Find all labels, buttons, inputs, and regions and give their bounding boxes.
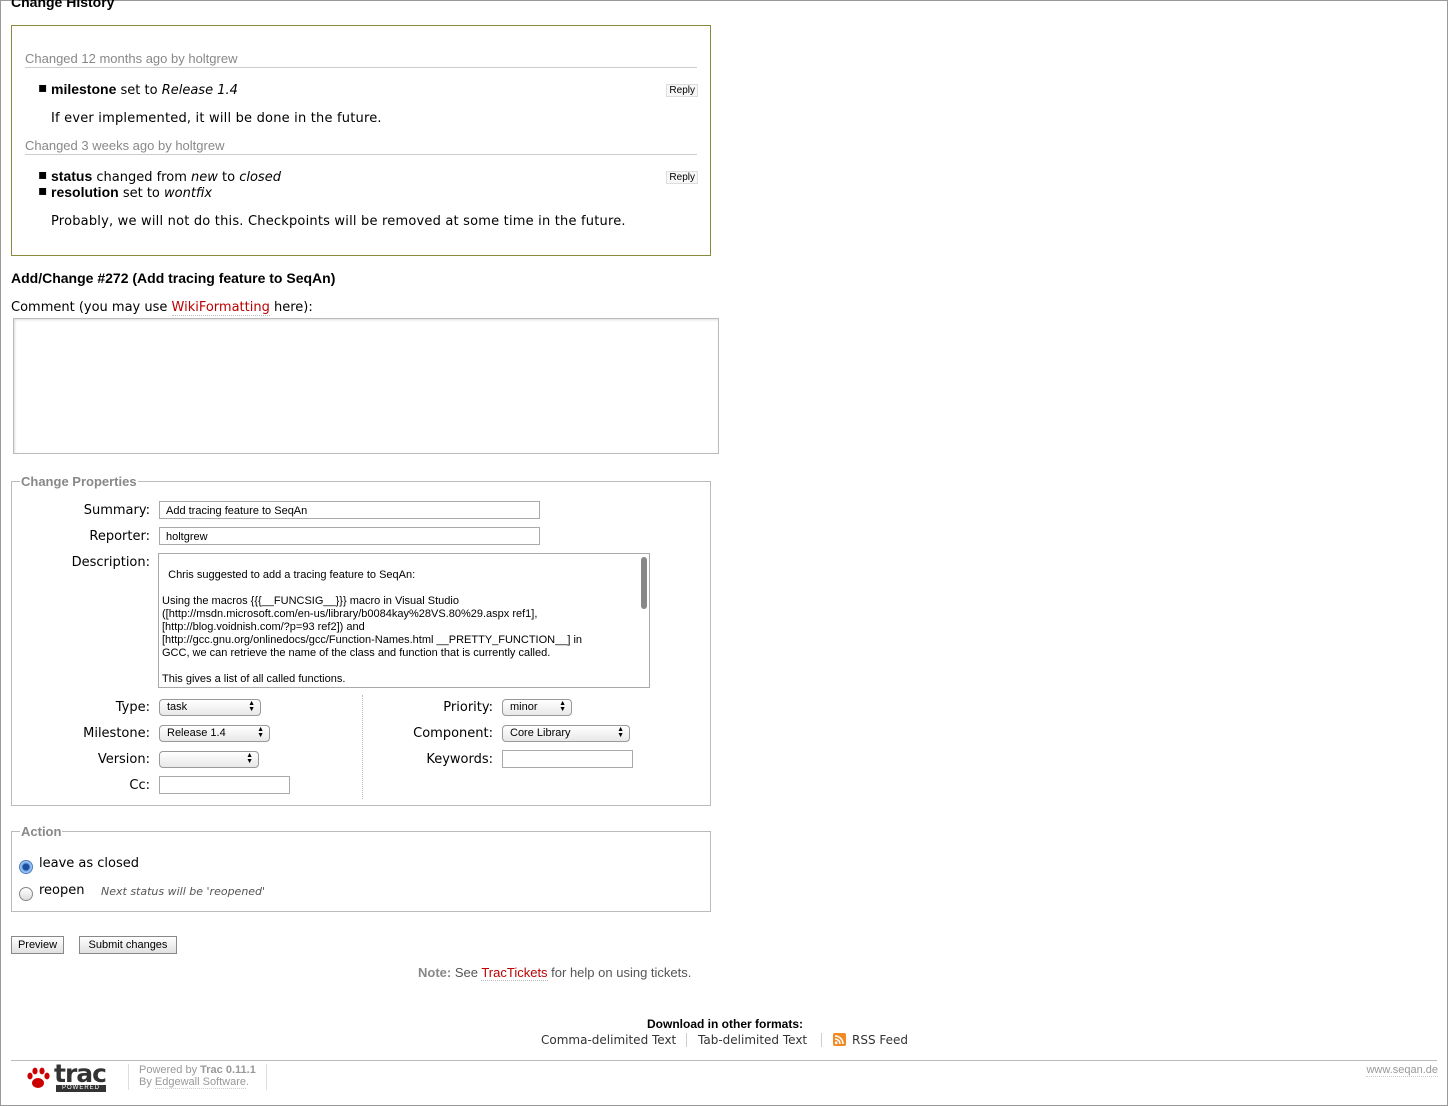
priority-label: Priority: xyxy=(443,700,493,715)
trac-version-link[interactable]: Trac 0.11.1 xyxy=(200,1064,256,1076)
keywords-input[interactable] xyxy=(502,750,633,768)
change-property: milestone set to Release 1.4 xyxy=(38,80,238,98)
reporter-input[interactable]: holtgrew xyxy=(159,527,540,545)
cc-input[interactable] xyxy=(159,776,290,794)
change-properties-legend: Change Properties xyxy=(20,474,138,489)
reopen-hint: Next status will be 'reopened' xyxy=(101,885,266,898)
rss-feed-link[interactable]: RSS Feed xyxy=(852,1033,908,1047)
submit-changes-button[interactable]: Submit changes xyxy=(79,936,177,954)
trac-logo[interactable]: trac POWERED xyxy=(25,1059,107,1094)
select-arrows-icon: ▲ ▼ xyxy=(246,752,253,765)
change-header: Changed 12 months ago by holtgrew xyxy=(25,51,697,68)
reopen-label[interactable]: reopen xyxy=(39,883,85,898)
comment-label: Comment (you may use WikiFormatting here… xyxy=(11,300,313,316)
comment-textarea[interactable] xyxy=(13,318,719,454)
change-property: resolution set to wontfix xyxy=(38,183,212,201)
action-legend: Action xyxy=(20,824,63,839)
tsv-link[interactable]: Tab-delimited Text xyxy=(698,1033,807,1047)
description-text: Chris suggested to add a tracing feature… xyxy=(162,569,589,687)
select-arrows-icon: ▲ ▼ xyxy=(617,726,624,739)
rss-icon xyxy=(833,1033,846,1046)
description-textarea[interactable]: Chris suggested to add a tracing feature… xyxy=(158,553,650,688)
component-select[interactable]: Core Library ▲ ▼ xyxy=(502,725,630,742)
help-note: Note: See TracTickets for help on using … xyxy=(418,965,692,981)
add-change-title: Add/Change #272 (Add tracing feature to … xyxy=(11,270,336,286)
preview-button[interactable]: Preview xyxy=(11,936,64,954)
change-comment: If ever implemented, it will be done in … xyxy=(51,111,382,126)
change-header: Changed 3 weeks ago by holtgrew xyxy=(25,138,697,155)
history-title: Change History xyxy=(11,0,115,10)
leave-closed-label[interactable]: leave as closed xyxy=(39,856,139,871)
summary-label: Summary: xyxy=(83,503,150,518)
powered-by: Powered by Trac 0.11.1 By Edgewall Softw… xyxy=(128,1064,267,1090)
type-label: Type: xyxy=(115,700,150,715)
change-property: status changed from new to closed xyxy=(38,167,281,185)
csv-link[interactable]: Comma-delimited Text xyxy=(541,1033,676,1047)
summary-input[interactable]: Add tracing feature to SeqAn xyxy=(159,501,540,519)
cc-label: Cc: xyxy=(129,778,150,793)
change-comment: Probably, we will not do this. Checkpoin… xyxy=(51,214,626,229)
reply-button[interactable]: Reply xyxy=(666,171,698,184)
footer-divider xyxy=(11,1060,1437,1061)
seqan-site-link[interactable]: www.seqan.de xyxy=(1366,1064,1438,1077)
format-separator xyxy=(686,1033,687,1047)
download-label: Download in other formats: xyxy=(647,1017,803,1031)
trac-logo-text: trac xyxy=(54,1059,107,1088)
edgewall-link[interactable]: Edgewall Software xyxy=(154,1076,247,1089)
action-fieldset: Action xyxy=(11,824,711,912)
version-label: Version: xyxy=(97,752,150,767)
description-label: Description: xyxy=(71,555,150,570)
version-select[interactable]: ▲ ▼ xyxy=(159,751,259,768)
select-arrows-icon: ▲ ▼ xyxy=(559,700,566,713)
keywords-label: Keywords: xyxy=(426,752,493,767)
milestone-label: Milestone: xyxy=(83,726,150,741)
leave-closed-radio[interactable] xyxy=(19,860,33,874)
reopen-radio[interactable] xyxy=(19,887,33,901)
type-select[interactable]: task ▲ ▼ xyxy=(159,699,261,716)
paw-icon xyxy=(27,1067,50,1088)
select-arrows-icon: ▲ ▼ xyxy=(248,700,255,713)
description-scrollbar[interactable] xyxy=(641,557,647,609)
tractickets-link[interactable]: TracTickets xyxy=(481,965,548,981)
component-label: Component: xyxy=(413,726,493,741)
format-separator xyxy=(821,1033,822,1047)
priority-select[interactable]: minor ▲ ▼ xyxy=(502,699,572,716)
change-history-box: Changed 12 months ago by holtgrew Reply … xyxy=(11,25,711,256)
trac-logo-powered: POWERED xyxy=(56,1085,106,1092)
wikiformatting-link[interactable]: WikiFormatting xyxy=(171,300,270,316)
reporter-label: Reporter: xyxy=(89,529,150,544)
reply-button[interactable]: Reply xyxy=(666,84,698,97)
select-arrows-icon: ▲ ▼ xyxy=(257,726,264,739)
milestone-select[interactable]: Release 1.4 ▲ ▼ xyxy=(159,725,270,742)
properties-divider xyxy=(362,695,363,799)
